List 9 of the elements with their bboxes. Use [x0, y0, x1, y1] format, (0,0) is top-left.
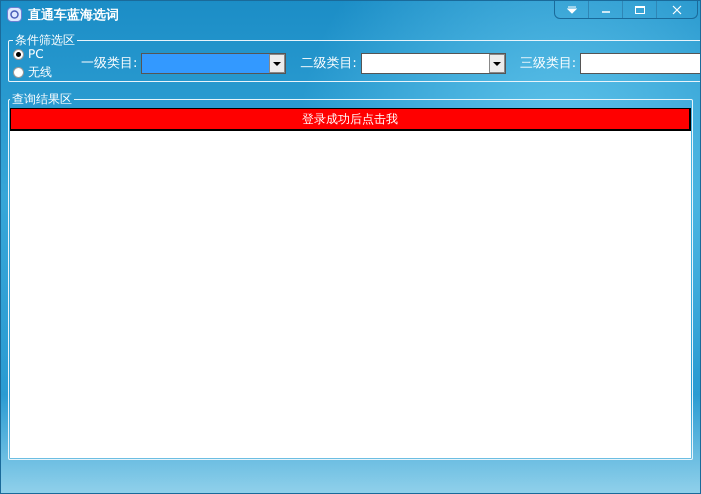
radio-label: PC	[28, 47, 44, 61]
category-label: 二级类目:	[300, 55, 357, 72]
group-legend: 查询结果区	[10, 91, 74, 108]
group-legend: 条件筛选区	[13, 32, 77, 49]
category-label: 一级类目:	[81, 55, 138, 72]
login-action-button[interactable]: 登录成功后点击我	[10, 108, 691, 131]
category-label: 三级类目:	[520, 55, 576, 72]
radio-label: 无线	[28, 64, 52, 81]
window-title: 直通车蓝海选词	[28, 6, 119, 24]
